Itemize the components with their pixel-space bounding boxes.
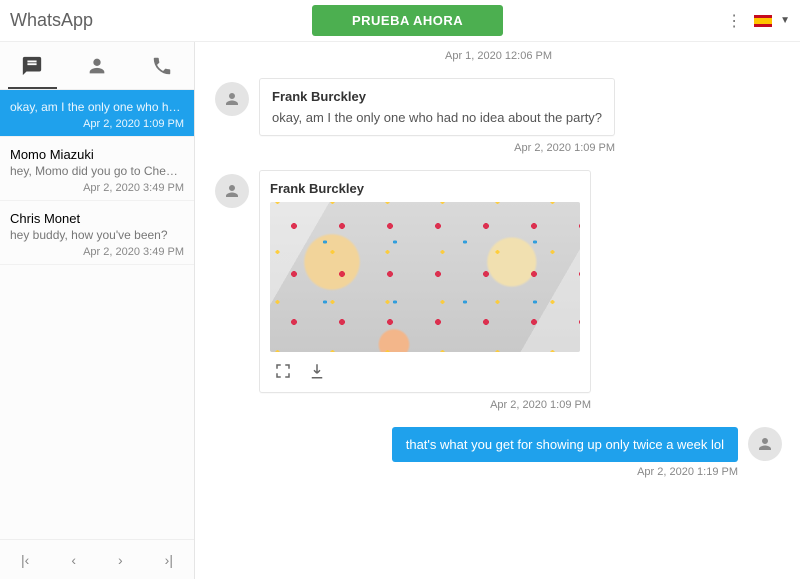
message-column: Frank Burckley Apr 2, 2020 1:09 PM [259, 170, 591, 411]
person-icon [223, 182, 241, 200]
header-center: PRUEBA AHORA [93, 5, 722, 36]
image-message-bubble: Frank Burckley [259, 170, 591, 393]
message-row-outgoing: that's what you get for showing up only … [215, 427, 782, 478]
pager-last-icon[interactable]: ›| [165, 552, 173, 568]
attached-image[interactable] [270, 202, 580, 352]
message-row: Frank Burckley Apr 2, 2020 1:09 PM [215, 170, 782, 411]
kebab-menu-icon[interactable]: ⋮ [722, 11, 746, 31]
message-column: that's what you get for showing up only … [392, 427, 738, 478]
app-title: WhatsApp [10, 10, 93, 31]
chat-time: Apr 2, 2020 3:49 PM [10, 246, 184, 258]
avatar[interactable] [215, 174, 249, 208]
message-column: Frank Burckley okay, am I the only one w… [259, 78, 615, 154]
chat-time: Apr 2, 2020 1:09 PM [10, 118, 184, 130]
previous-timestamp: Apr 1, 2020 12:06 PM [215, 50, 782, 62]
sidebar: okay, am I the only one who had no i... … [0, 42, 195, 579]
phone-icon [151, 55, 173, 77]
expand-icon[interactable] [274, 362, 292, 380]
chat-icon [21, 55, 43, 77]
message-text: okay, am I the only one who had no idea … [272, 110, 602, 125]
message-row: Frank Burckley okay, am I the only one w… [215, 78, 782, 154]
tab-contacts[interactable] [65, 42, 130, 89]
tab-chats[interactable] [0, 42, 65, 89]
chat-preview: hey buddy, how you've been? [10, 228, 184, 242]
chat-preview: hey, Momo did you go to Chemistry ... [10, 164, 184, 178]
message-time: Apr 2, 2020 1:09 PM [259, 399, 591, 411]
message-time: Apr 2, 2020 1:09 PM [259, 142, 615, 154]
outgoing-bubble: that's what you get for showing up only … [392, 427, 738, 462]
flag-icon[interactable] [754, 15, 772, 27]
tab-calls[interactable] [129, 42, 194, 89]
message-time: Apr 2, 2020 1:19 PM [392, 466, 738, 478]
pager: |‹ ‹ › ›| [0, 539, 194, 579]
image-toolbar [270, 352, 580, 382]
try-now-button[interactable]: PRUEBA AHORA [312, 5, 503, 36]
conversation-pane[interactable]: Apr 1, 2020 12:06 PM Frank Burckley okay… [195, 42, 800, 579]
person-icon [756, 435, 774, 453]
chevron-down-icon[interactable]: ▼ [780, 15, 790, 26]
message-sender: Frank Burckley [272, 89, 602, 104]
message-sender: Frank Burckley [270, 181, 580, 196]
header-right: ⋮ ▼ [722, 11, 790, 31]
app-body: okay, am I the only one who had no i... … [0, 42, 800, 579]
chat-list: okay, am I the only one who had no i... … [0, 90, 194, 539]
chat-list-item[interactable]: Momo Miazuki hey, Momo did you go to Che… [0, 137, 194, 201]
message-bubble: Frank Burckley okay, am I the only one w… [259, 78, 615, 136]
avatar[interactable] [748, 427, 782, 461]
chat-name: Momo Miazuki [10, 147, 184, 162]
pager-next-icon[interactable]: › [118, 552, 123, 568]
chat-name: Chris Monet [10, 211, 184, 226]
chat-list-item[interactable]: Chris Monet hey buddy, how you've been? … [0, 201, 194, 265]
pager-first-icon[interactable]: |‹ [21, 552, 29, 568]
pager-prev-icon[interactable]: ‹ [71, 552, 76, 568]
chat-time: Apr 2, 2020 3:49 PM [10, 182, 184, 194]
person-icon [86, 55, 108, 77]
top-header: WhatsApp PRUEBA AHORA ⋮ ▼ [0, 0, 800, 42]
chat-list-item[interactable]: okay, am I the only one who had no i... … [0, 90, 194, 137]
chat-preview: okay, am I the only one who had no i... [10, 100, 184, 114]
avatar[interactable] [215, 82, 249, 116]
sidebar-tabs [0, 42, 194, 90]
download-icon[interactable] [308, 362, 326, 380]
person-icon [223, 90, 241, 108]
